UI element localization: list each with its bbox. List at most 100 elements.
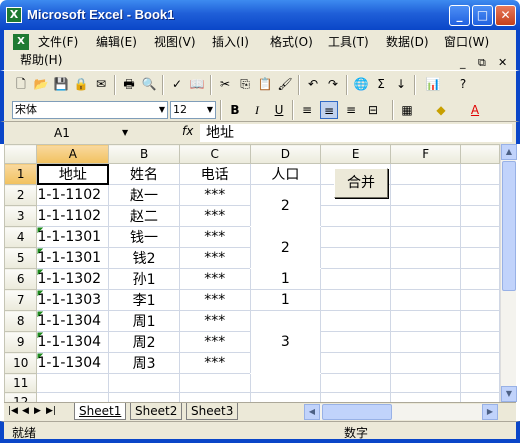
column-header-e[interactable]: E [320, 144, 392, 164]
sheet-tab-sheet3[interactable]: Sheet3 [186, 403, 239, 420]
cell[interactable] [460, 247, 500, 269]
cell[interactable]: 人口 [249, 163, 322, 185]
merge-center-icon[interactable]: ⊟ [364, 101, 382, 119]
column-header-a[interactable]: A [36, 144, 110, 164]
merged-cell[interactable]: 2 [249, 184, 322, 227]
cell[interactable] [36, 373, 110, 393]
vertical-scroll-thumb[interactable] [502, 161, 516, 291]
merged-cell[interactable]: 3 [249, 310, 322, 374]
excel-app-icon[interactable]: X [6, 7, 22, 23]
cell[interactable]: 周1 [108, 310, 180, 332]
doc-minimize-button[interactable]: _ [460, 56, 466, 69]
select-all-corner[interactable] [4, 144, 38, 164]
cell[interactable] [460, 268, 500, 290]
cell[interactable]: 1-1-1302 [36, 268, 110, 290]
next-sheet-button[interactable]: ▶ [34, 406, 41, 416]
cell[interactable] [390, 268, 462, 290]
menu-view[interactable]: 视图(V) [152, 33, 198, 51]
cell[interactable]: *** [178, 331, 251, 353]
cell[interactable]: *** [178, 226, 251, 248]
sort-ascending-icon[interactable]: ↓ [392, 75, 410, 93]
row-header[interactable]: 1 [4, 163, 38, 185]
menu-format[interactable]: 格式(O) [268, 33, 315, 51]
function-icon[interactable]: fx [182, 124, 193, 138]
cell[interactable] [460, 373, 500, 393]
help-icon[interactable]: ? [454, 75, 472, 93]
merged-cell[interactable]: 2 [249, 226, 322, 269]
cell[interactable] [460, 331, 500, 353]
cell[interactable] [460, 352, 500, 374]
cell[interactable] [249, 373, 322, 393]
cell[interactable] [460, 310, 500, 332]
cell[interactable]: *** [178, 268, 251, 290]
column-header-d[interactable]: D [249, 144, 322, 164]
cell[interactable]: 钱2 [108, 247, 180, 269]
cell[interactable] [390, 205, 462, 227]
menu-window[interactable]: 窗口(W) [442, 33, 491, 51]
sheet-tab-sheet2[interactable]: Sheet2 [130, 403, 183, 420]
horizontal-scroll-thumb[interactable] [322, 404, 392, 420]
cell[interactable] [320, 226, 392, 248]
research-icon[interactable]: 📖 [188, 75, 206, 93]
prev-sheet-button[interactable]: ◀ [22, 406, 29, 416]
new-icon[interactable]: 🗋 [12, 75, 30, 93]
cell[interactable]: *** [178, 289, 251, 311]
cell[interactable]: *** [178, 352, 251, 374]
cell[interactable] [390, 226, 462, 248]
print-icon[interactable]: 🖶 [120, 75, 138, 93]
cell[interactable] [108, 373, 180, 393]
cell[interactable] [320, 289, 392, 311]
vertical-scrollbar[interactable]: ▲ ▼ [500, 144, 517, 402]
cell[interactable] [460, 392, 500, 402]
cell[interactable] [390, 392, 462, 402]
cell[interactable]: 1-1-1301 [36, 226, 110, 248]
scroll-right-button[interactable]: ▶ [482, 404, 498, 420]
cell[interactable]: 周2 [108, 331, 180, 353]
row-header[interactable]: 3 [4, 205, 38, 227]
cell[interactable] [460, 289, 500, 311]
menu-help[interactable]: 帮助(H) [20, 51, 62, 69]
cell[interactable] [36, 392, 110, 402]
autosum-icon[interactable]: Σ [372, 75, 390, 93]
column-header-f[interactable]: F [390, 144, 462, 164]
cell[interactable]: 地址 [36, 163, 110, 185]
cell[interactable]: 李1 [108, 289, 180, 311]
minimize-button[interactable]: _ [449, 5, 470, 26]
cell[interactable] [390, 163, 462, 185]
cell[interactable]: *** [178, 205, 251, 227]
copy-icon[interactable]: ⎘ [236, 75, 254, 93]
cell[interactable]: 1-1-1304 [36, 310, 110, 332]
cell[interactable]: 赵二 [108, 205, 180, 227]
undo-icon[interactable]: ↶ [304, 75, 322, 93]
scroll-up-button[interactable]: ▲ [501, 144, 517, 160]
cell[interactable] [320, 310, 392, 332]
cell[interactable] [178, 392, 251, 402]
format-painter-icon[interactable]: 🖌 [276, 75, 294, 93]
close-button[interactable]: ✕ [495, 5, 516, 26]
row-header[interactable]: 9 [4, 331, 38, 353]
cell[interactable] [460, 205, 500, 227]
cell[interactable]: 1-1-1303 [36, 289, 110, 311]
cell[interactable] [390, 352, 462, 374]
spelling-icon[interactable]: ✓ [168, 75, 186, 93]
formula-input[interactable]: 地址 [200, 124, 512, 142]
cell[interactable] [320, 373, 392, 393]
cell[interactable] [249, 392, 322, 402]
menu-insert[interactable]: 插入(I) [210, 33, 251, 51]
align-center-icon[interactable]: ≡ [320, 101, 338, 119]
open-icon[interactable]: 📂 [32, 75, 50, 93]
cell[interactable] [460, 184, 500, 206]
fill-color-icon[interactable]: ◆ [432, 101, 450, 119]
cell[interactable]: 1-1-1304 [36, 331, 110, 353]
chart-wizard-icon[interactable]: 📊 [424, 75, 442, 93]
cell[interactable] [390, 247, 462, 269]
borders-icon[interactable]: ▦ [398, 101, 416, 119]
cell[interactable] [390, 373, 462, 393]
cell[interactable] [390, 184, 462, 206]
hyperlink-icon[interactable]: 🌐 [352, 75, 370, 93]
row-header[interactable]: 4 [4, 226, 38, 248]
cell[interactable]: 1-1-1304 [36, 352, 110, 374]
last-sheet-button[interactable]: ▶| [46, 406, 56, 416]
permission-icon[interactable]: 🔒 [72, 75, 90, 93]
cell[interactable]: 1-1-1102 [36, 184, 110, 206]
